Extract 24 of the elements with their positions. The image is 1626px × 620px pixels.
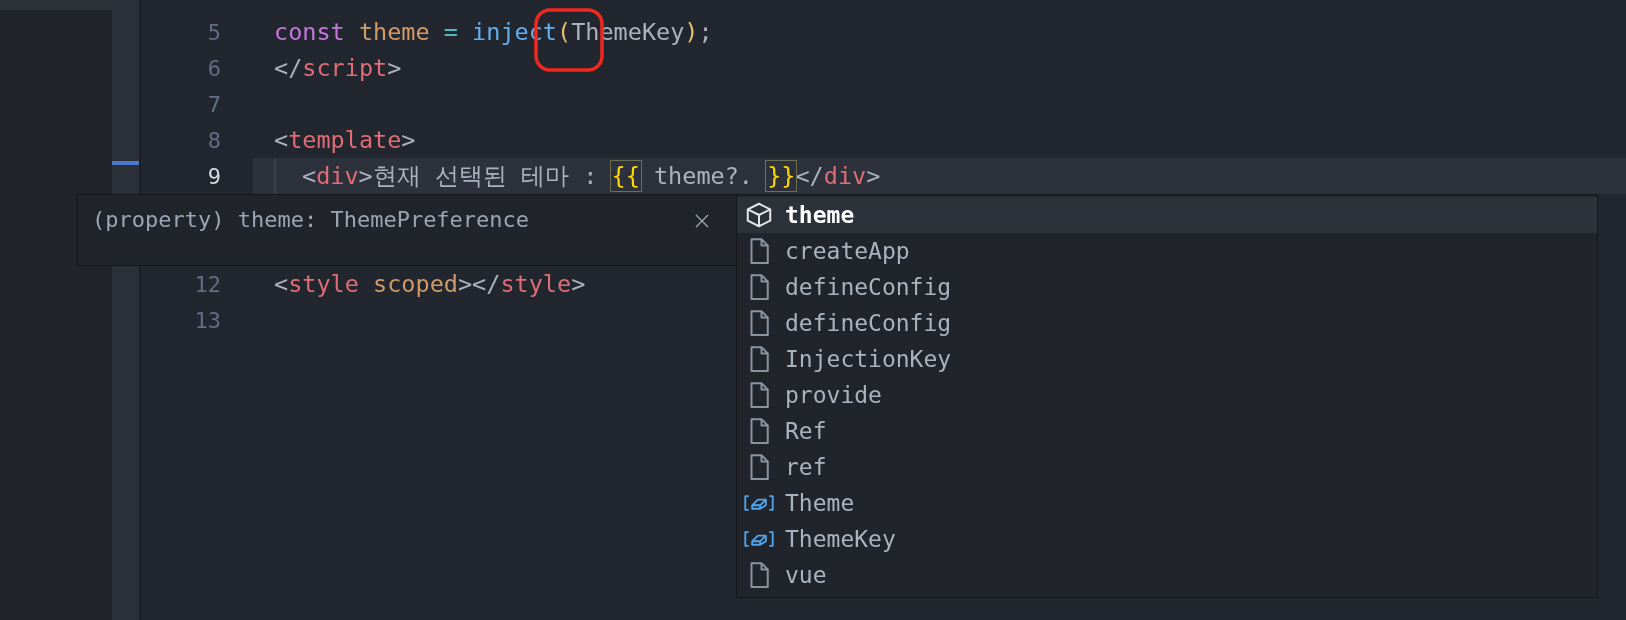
tooltip-text: (property) theme: ThemePreference [92,207,531,232]
line-number: 12 [193,271,221,297]
line-number: 9 [206,163,221,189]
code-line: </script> [274,54,402,82]
line-number: 8 [206,127,221,153]
line-number: 6 [206,55,221,81]
suggestion-item[interactable]: vue [737,557,1597,593]
suggestion-item[interactable]: ThemeKey [737,521,1597,557]
code-line: <div>현재 선택된 테마 : {{ theme?. }}</div> [302,161,881,192]
suggestion-item[interactable]: provide [737,377,1597,413]
line-number: 5 [206,19,221,45]
suggestion-item[interactable]: defineConfig [737,305,1597,341]
suggestion-item[interactable]: Theme [737,485,1597,521]
line-number: 7 [206,91,221,117]
code-line: <style scoped></style> [274,270,586,298]
line-number: 13 [193,307,221,333]
close-icon[interactable] [694,213,710,229]
suggestion-item[interactable]: createApp [737,233,1597,269]
suggestion-item[interactable]: defineConfig [737,269,1597,305]
suggestion-item[interactable]: Ref [737,413,1597,449]
suggestion-item[interactable]: ref [737,449,1597,485]
code-line: <template> [274,126,416,154]
suggestion-item[interactable]: InjectionKey [737,341,1597,377]
suggestion-item[interactable]: theme [737,197,1597,233]
